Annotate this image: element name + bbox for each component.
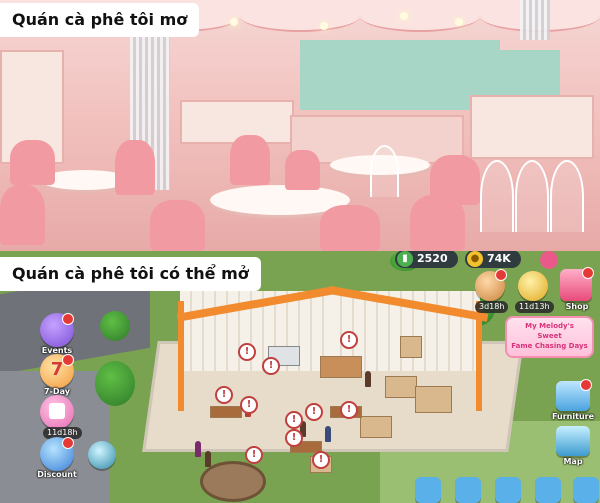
pink-chair <box>430 155 480 205</box>
white-chair <box>515 160 549 232</box>
notification-badge <box>495 269 507 281</box>
discount-label: Discount <box>37 470 77 479</box>
staff <box>365 371 371 387</box>
furniture-button[interactable] <box>556 379 592 411</box>
seven-day-button[interactable]: 7 <box>40 354 74 388</box>
toolbar-button[interactable] <box>573 477 599 503</box>
event-banner-tagline: Fame Chasing Days <box>511 342 588 350</box>
customer <box>325 426 331 442</box>
pink-chair <box>10 140 55 185</box>
discount-button[interactable] <box>40 437 74 471</box>
pink-chair <box>285 150 320 190</box>
fountain <box>200 461 266 502</box>
ceiling-arch <box>360 0 480 32</box>
alert-marker[interactable]: ! <box>240 396 258 414</box>
event-banner[interactable]: My Melody's Sweet Fame Chasing Days <box>505 316 594 358</box>
glitter-column <box>520 0 550 40</box>
cash-icon: ▮ <box>397 251 413 267</box>
pastry-shelf <box>470 95 594 159</box>
pink-chair <box>150 200 205 251</box>
bottom-toolbar <box>415 477 600 503</box>
pink-chair <box>230 135 270 185</box>
alert-marker[interactable]: ! <box>285 411 303 429</box>
shop-button[interactable] <box>560 267 594 301</box>
alert-marker[interactable]: ! <box>312 451 330 469</box>
furniture-label: Furniture <box>551 412 595 421</box>
event-banner-title: My Melody's <box>525 322 574 330</box>
dream-cafe-photo: Quán cà phê tôi mơ <box>0 0 600 251</box>
actual-caption: Quán cà phê tôi có thể mở <box>0 257 261 291</box>
white-chair <box>480 160 514 232</box>
pink-chair <box>0 185 45 245</box>
ceiling-lamp <box>400 12 408 20</box>
toolbar-button[interactable] <box>495 477 521 503</box>
tree <box>100 311 130 341</box>
alert-marker[interactable]: ! <box>285 429 303 447</box>
alert-marker[interactable]: ! <box>238 343 256 361</box>
white-chair <box>370 145 399 197</box>
wood-table <box>210 406 242 418</box>
shop-label: Shop <box>565 302 589 311</box>
toolbar-button[interactable] <box>415 477 441 503</box>
coin-value: 74K <box>487 252 511 265</box>
cash-value: 2520 <box>417 252 448 265</box>
ceiling-arch <box>240 0 360 32</box>
tree <box>95 361 135 406</box>
ceiling-lamp <box>320 22 328 30</box>
toolbar-button[interactable] <box>535 477 561 503</box>
gift-pack-button[interactable] <box>40 395 74 429</box>
pink-chair <box>320 205 380 251</box>
notification-badge <box>582 267 594 279</box>
map-button[interactable] <box>556 426 590 456</box>
events-button[interactable] <box>40 313 74 347</box>
chest-reward-button[interactable] <box>518 271 548 301</box>
notification-badge <box>62 354 74 366</box>
toolbar-button[interactable] <box>455 477 481 503</box>
globe-button[interactable] <box>88 441 116 469</box>
alert-marker[interactable]: ! <box>215 386 233 404</box>
counter <box>320 356 362 378</box>
ceiling-lamp <box>230 18 238 26</box>
box-reward-button[interactable] <box>475 269 507 301</box>
alert-marker[interactable]: ! <box>340 331 358 349</box>
box-timer: 3d18h <box>475 301 509 313</box>
coin-counter[interactable]: ● 74K <box>465 251 521 268</box>
alert-marker[interactable]: ! <box>245 446 263 464</box>
white-chair <box>550 160 584 232</box>
packing-box <box>400 336 422 358</box>
alert-marker[interactable]: ! <box>340 401 358 419</box>
alert-marker[interactable]: ! <box>305 403 323 421</box>
chest-timer: 11d13h <box>515 301 554 313</box>
notification-badge <box>580 379 592 391</box>
heart-icon[interactable] <box>540 251 558 269</box>
notification-badge <box>62 313 74 325</box>
ceiling-lamp <box>455 18 463 26</box>
event-banner-subtitle: Sweet <box>537 332 562 340</box>
dream-caption: Quán cà phê tôi mơ <box>0 3 200 37</box>
map-label: Map <box>563 457 583 466</box>
coin-icon: ● <box>467 251 483 267</box>
customer <box>205 451 211 467</box>
cafe-pillar <box>476 301 482 411</box>
packing-box <box>360 416 392 438</box>
packing-box <box>415 386 452 413</box>
customer <box>195 441 201 457</box>
alert-marker[interactable]: ! <box>262 357 280 375</box>
notification-badge <box>62 437 74 449</box>
cash-counter[interactable]: ▮ 2520 <box>395 251 458 268</box>
pink-chair <box>115 140 155 195</box>
cafe-pillar <box>178 301 184 411</box>
packing-box <box>385 376 417 398</box>
gift-icon <box>49 403 65 419</box>
